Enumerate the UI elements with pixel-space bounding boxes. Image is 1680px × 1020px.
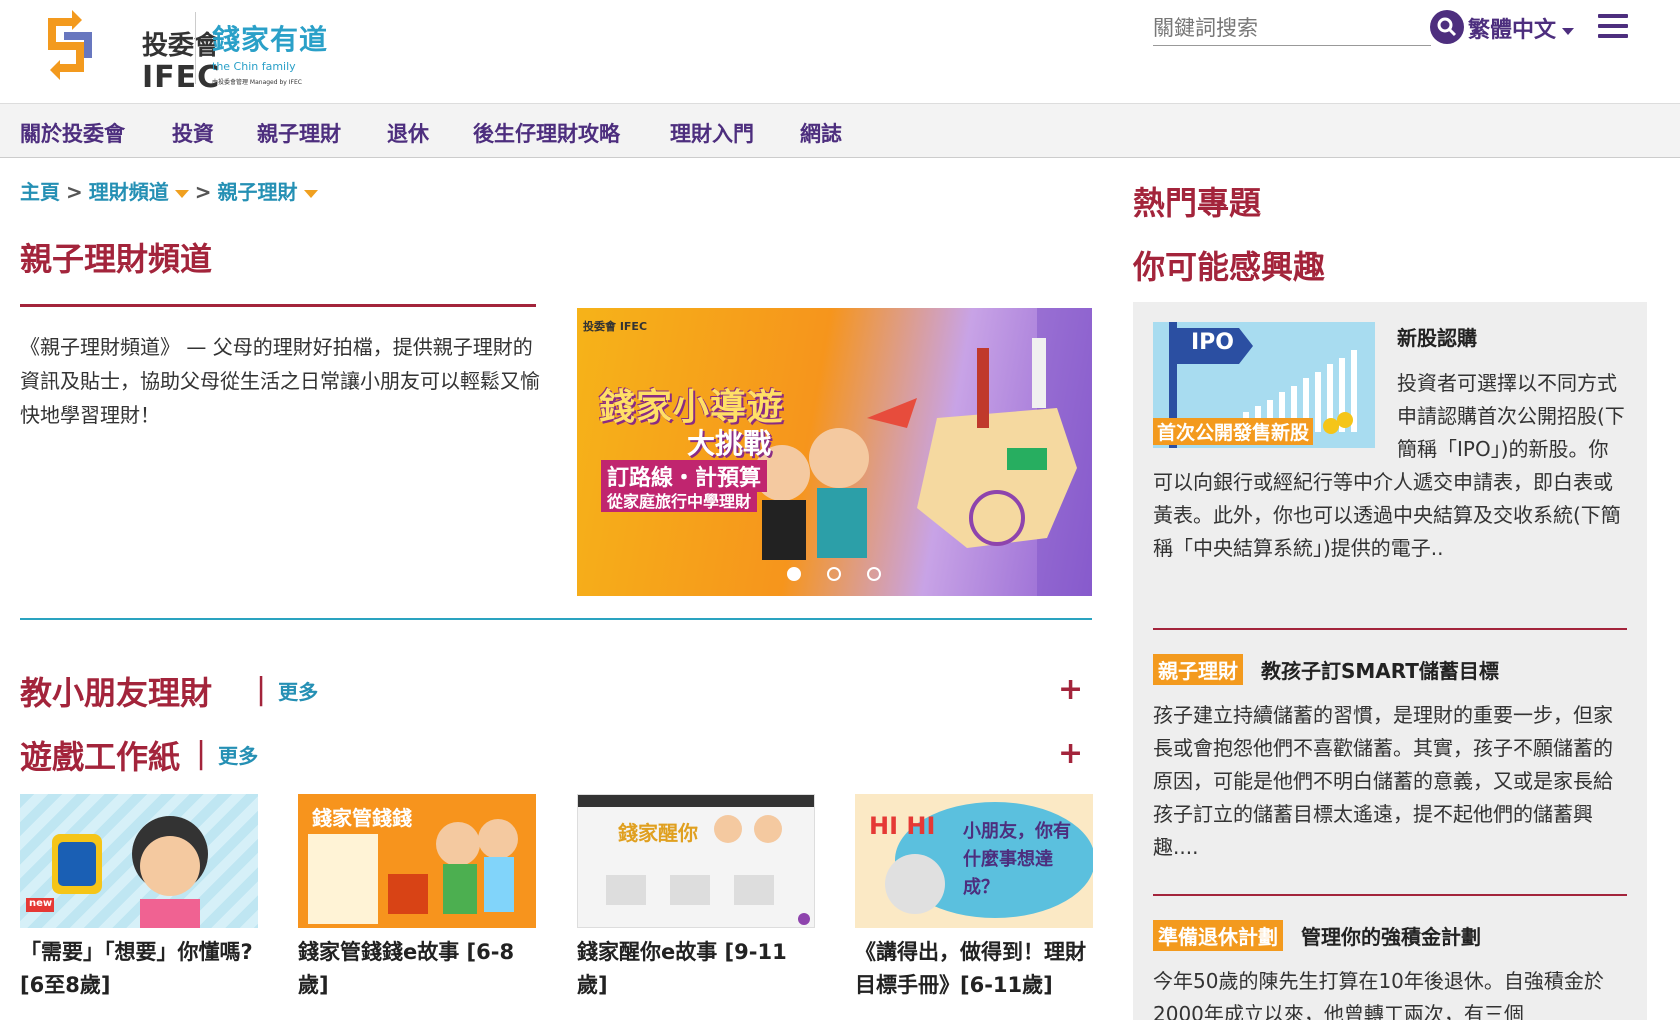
breadcrumb-channel[interactable]: 理財頻道 (89, 180, 169, 204)
banner-caption: 從家庭旅行中學理財 (601, 488, 758, 512)
banner-illustration (754, 308, 1092, 596)
nav-item-about[interactable]: 關於投委會 (20, 118, 125, 148)
nav-item-family[interactable]: 親子理財 (257, 118, 341, 148)
intro-text: 《親子理財頻道》 — 父母的理財好拍檔，提供親子理財的資訊及貼士，協助父母從生活… (20, 335, 540, 427)
interest-title: 你可能感興趣 (1133, 248, 1326, 286)
new-badge: new (29, 898, 53, 909)
category-tag[interactable]: 準備退休計劃 (1153, 920, 1283, 951)
card-thumbnail: 錢家醒你 (577, 794, 815, 928)
ipo-thumbnail: IPO 首次公開發售新股 (1153, 322, 1375, 448)
title-divider (20, 304, 536, 307)
carousel-dot-1[interactable] (787, 567, 801, 581)
card-caption: 《講得出，做得到！理財目標手冊》[6-11歲] (855, 940, 1086, 997)
hot-topics-title: 熱門專題 (1133, 184, 1262, 222)
section-more-games[interactable]: | 更多 (196, 736, 258, 771)
chevron-down-icon (1562, 27, 1575, 35)
ifec-logo-icon (48, 10, 92, 80)
recommendation-mpf[interactable]: 準備退休計劃 管理你的強積金計劃 今年50歲的陳先生打算在10年後退休。自強積金於… (1153, 920, 1627, 1020)
main-nav: 關於投委會 投資 親子理財 退休 後生仔理財攻略 理財入門 網誌 (0, 104, 1680, 158)
search-icon (1437, 17, 1457, 37)
hamburger-menu-icon[interactable] (1598, 14, 1628, 38)
page-title: 親子理財頻道 (20, 240, 213, 278)
chevron-down-icon[interactable] (303, 189, 318, 198)
card-needs-wants[interactable]: new 「需要」「想要」你懂嗎? [6至8歲] (20, 794, 258, 1002)
expand-plus-icon[interactable]: + (1058, 736, 1083, 771)
item-body: 今年50歲的陳先生打算在10年後退休。自強積金於2000年成立以來，他曾轉工兩次… (1153, 969, 1604, 1020)
recommendation-smart-goal[interactable]: 親子理財 教孩子訂SMART儲蓄目標 孩子建立持續儲蓄的習慣，是理財的重要一步，但… (1153, 654, 1627, 864)
nav-item-invest[interactable]: 投資 (172, 118, 214, 148)
item-body: 孩子建立持續儲蓄的習慣，是理財的重要一步，但家長或會抱怨他們不喜歡儲蓄。其實，孩… (1153, 703, 1613, 859)
chin-family-logo[interactable]: 錢家有道 the Chin family 由投委會管理 Managed by I… (212, 18, 328, 86)
breadcrumb-home[interactable]: 主頁 (20, 180, 60, 204)
recommendation-panel: IPO 首次公開發售新股 新股認購 投資者可選擇以不同方式申請認購首次公開招股(… (1133, 302, 1647, 1020)
section-divider (20, 618, 1092, 620)
section-title-teach: 教小朋友理財 (20, 674, 213, 712)
card-thumbnail: HI HI 小朋友，你有什麼事想達成？ (855, 794, 1093, 928)
ifec-logo-text: 投委會 IFEC (142, 31, 221, 95)
card-reminder-story[interactable]: 錢家醒你 錢家醒你e故事 [9-11歲] (577, 794, 815, 1002)
site-header: 投委會 IFEC 錢家有道 the Chin family 由投委會管理 Man… (0, 0, 1680, 104)
expand-plus-icon[interactable]: + (1058, 672, 1083, 707)
item-divider (1153, 894, 1627, 896)
recommendation-ipo[interactable]: IPO 首次公開發售新股 新股認購 投資者可選擇以不同方式申請認購首次公開招股(… (1153, 322, 1627, 565)
nav-item-retire[interactable]: 退休 (387, 118, 429, 148)
card-caption: 「需要」「想要」你懂嗎? [6至8歲] (20, 940, 253, 997)
search-button[interactable] (1430, 10, 1464, 44)
language-selector[interactable]: 繁體中文 (1468, 12, 1575, 44)
nav-item-blog[interactable]: 網誌 (800, 118, 842, 148)
banner-subtitle: 大挑戰 (687, 427, 772, 460)
hero-banner[interactable]: 投委會 IFEC 錢家小導遊 大挑戰 訂路線・計預算 從家庭旅行中學理財 (577, 308, 1092, 596)
search-field[interactable] (1153, 10, 1431, 46)
card-thumbnail: 錢家管錢錢 (298, 794, 536, 928)
section-more-teach[interactable]: | 更多 (256, 672, 318, 707)
search-input[interactable] (1153, 10, 1431, 45)
item-title[interactable]: 管理你的強積金計劃 (1301, 925, 1481, 949)
card-caption: 錢家醒你e故事 [9-11歲] (577, 940, 787, 997)
card-money-story[interactable]: 錢家管錢錢 錢家管錢錢e故事 [6-8歲] (298, 794, 536, 1002)
chevron-down-icon[interactable] (174, 189, 189, 198)
breadcrumb-current[interactable]: 親子理財 (218, 180, 298, 204)
language-label: 繁體中文 (1468, 18, 1557, 43)
item-divider (1153, 628, 1627, 630)
ifec-logo[interactable]: 投委會 IFEC (38, 10, 220, 94)
card-thumbnail: new (20, 794, 258, 928)
category-tag[interactable]: 親子理財 (1153, 654, 1243, 685)
carousel-dot-2[interactable] (827, 567, 841, 581)
card-caption: 錢家管錢錢e故事 [6-8歲] (298, 940, 515, 997)
section-title-games: 遊戲工作紙 (20, 738, 181, 776)
logo-divider (195, 12, 196, 84)
nav-item-basics[interactable]: 理財入門 (670, 118, 754, 148)
carousel-dots (787, 566, 907, 585)
nav-item-youth[interactable]: 後生仔理財攻略 (473, 118, 620, 148)
carousel-dot-3[interactable] (867, 567, 881, 581)
card-goal-handbook[interactable]: HI HI 小朋友，你有什麼事想達成？ 《講得出，做得到！理財目標手冊》[6-1… (855, 794, 1093, 1002)
item-title[interactable]: 教孩子訂SMART儲蓄目標 (1261, 659, 1499, 683)
breadcrumb: 主頁 > 理財頻道 > 親子理財 (20, 176, 318, 205)
